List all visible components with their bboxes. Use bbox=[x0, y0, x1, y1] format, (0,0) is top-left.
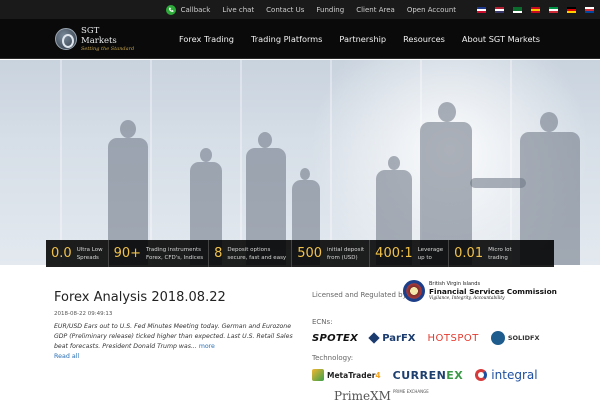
primexm-logo[interactable]: PrimeXM PRIME EXCHANGE bbox=[334, 389, 429, 400]
fsc-line2: Financial Services Commission bbox=[429, 287, 557, 296]
open-account-link[interactable]: Open Account bbox=[407, 6, 456, 14]
ecns-label: ECNs: bbox=[312, 318, 333, 326]
technology-logos: MetaTrader 4 CURRENEX integral bbox=[312, 368, 550, 382]
stat-value: 8 bbox=[214, 246, 223, 261]
news-title[interactable]: Forex Analysis 2018.08.22 bbox=[54, 290, 226, 305]
solidfx-mark-icon bbox=[490, 331, 505, 345]
logo[interactable]: SGT Markets Setting the Standard bbox=[55, 25, 137, 53]
stat-label-line1: initial deposit bbox=[327, 246, 365, 253]
nav-trading-platforms[interactable]: Trading Platforms bbox=[251, 34, 322, 44]
stat-label-line1: Ultra Low bbox=[76, 246, 103, 253]
spotex-logo[interactable]: SPOTEX bbox=[312, 333, 358, 344]
logo-emblem-icon bbox=[55, 28, 77, 50]
client-area-link[interactable]: Client Area bbox=[356, 6, 395, 14]
solidfx-logo[interactable]: SOLIDFX bbox=[490, 331, 540, 345]
metatrader-text: MetaTrader bbox=[327, 370, 376, 380]
stat-leverage: 400:1 Leverage up to bbox=[370, 240, 450, 267]
integral-text: integral bbox=[491, 368, 538, 382]
stat-label-line1: Deposit options bbox=[227, 246, 271, 253]
metatrader-number: 4 bbox=[375, 370, 381, 380]
stats-bar: 0.0 Ultra Low Spreads 90+ Trading instrum… bbox=[46, 240, 554, 267]
contact-us-link[interactable]: Contact Us bbox=[266, 6, 304, 14]
metatrader4-logo[interactable]: MetaTrader 4 bbox=[312, 369, 381, 381]
main-nav: Forex Trading Trading Platforms Partners… bbox=[162, 19, 540, 59]
stat-value: 0.0 bbox=[51, 246, 72, 261]
stat-value: 0.01 bbox=[454, 246, 484, 261]
fsc-seal-icon bbox=[403, 280, 425, 302]
stat-label-line2: from (USD) bbox=[327, 254, 358, 261]
fsc-logo[interactable]: British Virgin Islands Financial Service… bbox=[403, 280, 557, 302]
stat-micro-lot: 0.01 Micro lot trading bbox=[449, 240, 517, 267]
italy-flag-icon[interactable] bbox=[549, 6, 558, 13]
us-flag-icon[interactable] bbox=[495, 6, 504, 13]
uk-flag-icon[interactable] bbox=[477, 6, 486, 13]
nav-about[interactable]: About SGT Markets bbox=[462, 34, 540, 44]
germany-flag-icon[interactable] bbox=[567, 6, 576, 13]
integral-logo[interactable]: integral bbox=[475, 368, 538, 382]
top-links: Callback Live chat Contact Us Funding Cl… bbox=[165, 0, 594, 19]
language-flags bbox=[468, 6, 594, 13]
phone-icon bbox=[165, 4, 176, 15]
top-utility-bar: Callback Live chat Contact Us Funding Cl… bbox=[0, 0, 600, 19]
stat-deposit-options: 8 Deposit options secure, fast and easy bbox=[209, 240, 293, 267]
read-all-link[interactable]: Read all bbox=[54, 353, 79, 360]
stat-value: 400:1 bbox=[375, 246, 413, 261]
hero-banner-image bbox=[0, 60, 600, 265]
main-header: SGT Markets Setting the Standard Forex T… bbox=[0, 19, 600, 59]
primexm-subtext: PRIME EXCHANGE bbox=[392, 389, 429, 394]
stat-label-line2: trading bbox=[488, 254, 508, 261]
currenex-text-b: EX bbox=[446, 368, 464, 382]
stat-label-line1: Leverage bbox=[417, 246, 444, 253]
nav-resources[interactable]: Resources bbox=[403, 34, 445, 44]
regulation-label: Licensed and Regulated by: bbox=[312, 291, 409, 299]
live-chat-link[interactable]: Live chat bbox=[222, 6, 254, 14]
spain-flag-icon[interactable] bbox=[531, 6, 540, 13]
saudi-flag-icon[interactable] bbox=[513, 6, 522, 13]
stat-label-line1: Micro lot bbox=[488, 246, 512, 253]
stat-instruments: 90+ Trading instruments Forex, CFD's, Ind… bbox=[109, 240, 210, 267]
stat-spreads: 0.0 Ultra Low Spreads bbox=[46, 240, 109, 267]
parfx-mark-icon bbox=[368, 332, 380, 344]
stat-label-line1: Trading instruments bbox=[146, 246, 202, 253]
content-area: Forex Analysis 2018.08.22 2018-08-22 09:… bbox=[0, 268, 600, 400]
integral-mark-icon bbox=[475, 369, 488, 381]
korea-flag-icon[interactable] bbox=[585, 6, 594, 13]
more-link[interactable]: more bbox=[199, 343, 215, 350]
logo-name: SGT Markets bbox=[81, 25, 117, 46]
news-date: 2018-08-22 09:49:13 bbox=[54, 311, 113, 317]
stat-value: 500 bbox=[297, 246, 323, 261]
parfx-logo[interactable]: ParFX bbox=[368, 332, 416, 344]
currenex-text-a: CURREN bbox=[392, 368, 447, 382]
technology-label: Technology: bbox=[312, 354, 354, 362]
stat-label-line2: Forex, CFD's, Indices bbox=[146, 254, 204, 261]
stat-value: 90+ bbox=[113, 246, 142, 261]
stat-initial-deposit: 500 initial deposit from (USD) bbox=[292, 240, 371, 267]
nav-partnership[interactable]: Partnership bbox=[339, 34, 386, 44]
callback-link[interactable]: Callback bbox=[181, 6, 211, 14]
stat-label-line2: Spreads bbox=[76, 254, 99, 261]
metatrader-mark-icon bbox=[312, 369, 324, 381]
currenex-logo[interactable]: CURRENEX bbox=[393, 369, 464, 382]
solidfx-text: SOLIDFX bbox=[507, 334, 540, 342]
ecn-logos: SPOTEX ParFX HOTSPOT SOLIDFX bbox=[312, 331, 551, 345]
parfx-text: ParFX bbox=[382, 332, 416, 344]
fsc-line3: Vigilance, Integrity, Accountability bbox=[429, 296, 505, 301]
funding-link[interactable]: Funding bbox=[316, 6, 344, 14]
primexm-text: PrimeXM bbox=[334, 389, 391, 400]
stat-label-line2: secure, fast and easy bbox=[227, 254, 287, 261]
news-body-text: EUR/USD Ears out to U.S. Fed Minutes Mee… bbox=[54, 323, 293, 350]
hotspot-logo[interactable]: HOTSPOT bbox=[427, 333, 478, 344]
stat-label-line2: up to bbox=[417, 254, 432, 261]
logo-tagline: Setting the Standard bbox=[81, 45, 135, 52]
nav-forex-trading[interactable]: Forex Trading bbox=[179, 34, 234, 44]
news-excerpt: EUR/USD Ears out to U.S. Fed Minutes Mee… bbox=[54, 322, 294, 352]
